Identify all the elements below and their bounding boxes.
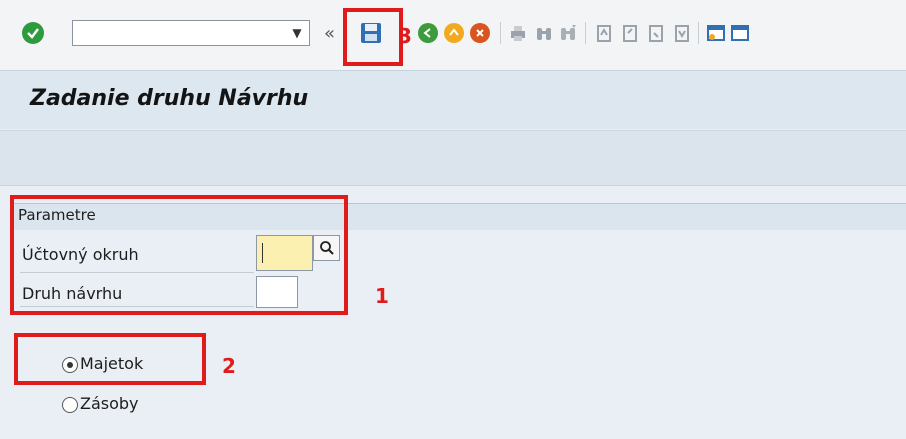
application-toolbar: [0, 130, 906, 186]
toolbar-separator: [500, 22, 501, 44]
find-icon[interactable]: [534, 23, 554, 43]
exit-icon[interactable]: [444, 23, 464, 43]
toolbar-separator: [585, 22, 586, 44]
find-next-icon[interactable]: [558, 23, 578, 43]
annotation-box-parameters: [10, 195, 348, 315]
last-page-icon[interactable]: [672, 23, 692, 43]
page-title: Zadanie druhu Návrhu: [30, 86, 309, 111]
first-page-icon[interactable]: [594, 23, 614, 43]
check-icon[interactable]: [22, 22, 44, 44]
create-session-icon[interactable]: [706, 23, 726, 43]
annotation-number-3: 3: [398, 24, 412, 48]
shortcut-icon[interactable]: [730, 23, 750, 43]
toolbar-separator: [698, 22, 699, 44]
annotation-box-assets: [14, 333, 206, 385]
inventory-radio[interactable]: [62, 397, 78, 413]
expand-toolbar-icon[interactable]: «: [324, 23, 335, 44]
previous-page-icon[interactable]: [620, 23, 640, 43]
cancel-icon[interactable]: [470, 23, 490, 43]
inventory-radio-label[interactable]: Zásoby: [80, 394, 139, 413]
annotation-number-1: 1: [375, 284, 389, 308]
back-icon[interactable]: [418, 23, 438, 43]
print-icon[interactable]: [508, 23, 528, 43]
next-page-icon[interactable]: [646, 23, 666, 43]
annotation-box-save: [343, 8, 403, 66]
dropdown-arrow-icon[interactable]: ▼: [288, 22, 306, 44]
command-field[interactable]: [72, 20, 310, 46]
annotation-number-2: 2: [222, 354, 236, 378]
